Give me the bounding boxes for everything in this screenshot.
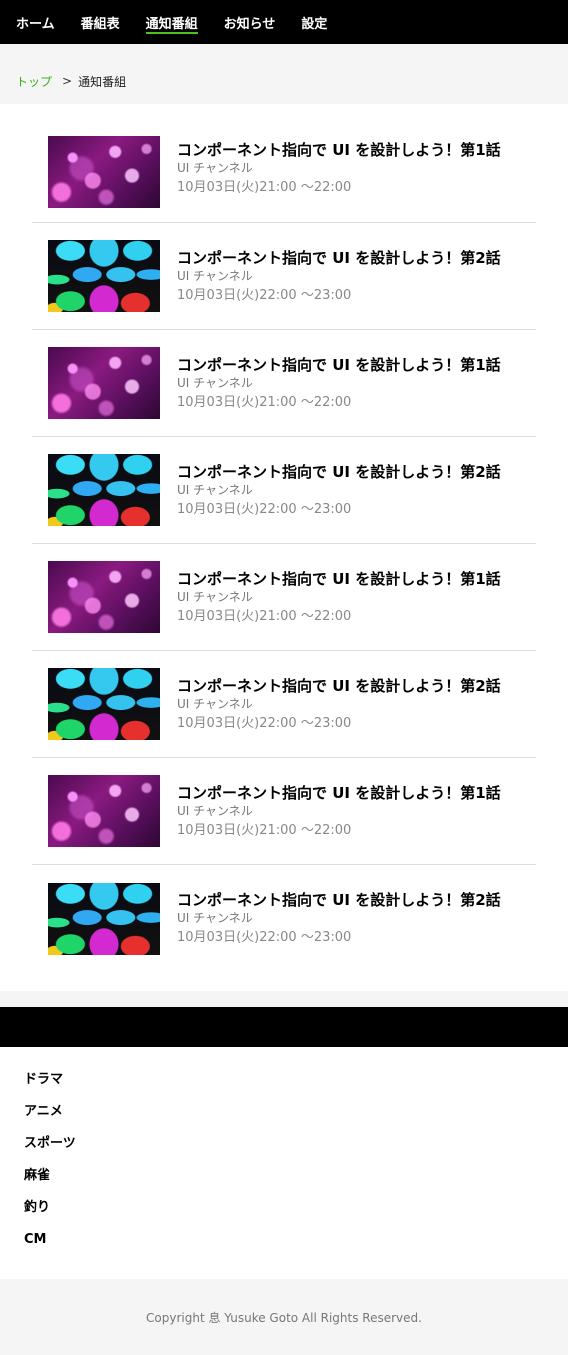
program-list: コンポーネント指向で UI を設計しよう！第1話 UI チャンネル 10月03日…	[0, 104, 568, 991]
program-item[interactable]: コンポーネント指向で UI を設計しよう！第2話 UI チャンネル 10月03日…	[32, 437, 536, 544]
program-thumbnail[interactable]	[48, 882, 160, 955]
program-item[interactable]: コンポーネント指向で UI を設計しよう！第1話 UI チャンネル 10月03日…	[32, 330, 536, 437]
genre-item-mahjong[interactable]: 麻雀	[24, 1167, 568, 1199]
program-channel: UI チャンネル	[177, 268, 253, 283]
program-thumbnail[interactable]	[48, 454, 160, 526]
breadcrumb: トップ > 通知番組	[0, 44, 568, 104]
program-channel: UI チャンネル	[177, 589, 253, 604]
breadcrumb-current: 通知番組	[78, 74, 127, 89]
program-item[interactable]: コンポーネント指向で UI を設計しよう！第2話 UI チャンネル 10月03日…	[32, 865, 536, 972]
nav-item-announcements[interactable]: お知らせ	[224, 0, 276, 44]
program-thumbnail[interactable]	[48, 668, 160, 740]
program-channel: UI チャンネル	[177, 161, 253, 175]
program-time: 10月03日(火)22:00 〜23:00	[177, 287, 352, 303]
nav-item-notified-programs[interactable]: 通知番組	[145, 0, 198, 44]
program-time: 10月03日(火)22:00 〜23:00	[177, 930, 352, 945]
program-item[interactable]: コンポーネント指向で UI を設計しよう！第2話 UI チャンネル 10月03日…	[32, 223, 536, 330]
genre-item-drama[interactable]: ドラマ	[24, 1071, 568, 1103]
program-time: 10月03日(火)22:00 〜23:00	[177, 715, 352, 731]
program-thumbnail[interactable]	[48, 347, 160, 419]
program-title[interactable]: コンポーネント指向で UI を設計しよう！第2話	[177, 462, 536, 482]
program-title[interactable]: コンポーネント指向で UI を設計しよう！第1話	[177, 140, 536, 160]
genre-item-fishing[interactable]: 釣り	[24, 1199, 568, 1231]
genre-item-anime[interactable]: アニメ	[24, 1103, 568, 1135]
nav-item-settings[interactable]: 設定	[301, 0, 327, 44]
genre-item-cm[interactable]: CM	[24, 1231, 568, 1263]
footer: Copyright 息 Yusuke Goto All Rights Reser…	[0, 1279, 568, 1355]
program-time: 10月03日(火)21:00 〜22:00	[177, 394, 352, 410]
program-thumbnail[interactable]	[48, 561, 160, 633]
program-time: 10月03日(火)21:00 〜22:00	[177, 822, 352, 838]
program-channel: UI チャンネル	[177, 803, 253, 818]
genre-item-sports[interactable]: スポーツ	[24, 1135, 568, 1167]
top-navigation: ホーム 番組表 通知番組 お知らせ 設定	[0, 0, 568, 44]
program-item[interactable]: コンポーネント指向で UI を設計しよう！第1話 UI チャンネル 10月03日…	[32, 544, 536, 651]
footer-band	[0, 1007, 568, 1047]
program-channel: UI チャンネル	[177, 482, 253, 497]
program-title[interactable]: コンポーネント指向で UI を設計しよう！第1話	[177, 355, 536, 375]
program-channel: UI チャンネル	[177, 375, 253, 390]
nav-item-home[interactable]: ホーム	[16, 0, 55, 44]
program-channel: UI チャンネル	[177, 911, 253, 925]
program-title[interactable]: コンポーネント指向で UI を設計しよう！第2話	[177, 890, 536, 910]
program-item[interactable]: コンポーネント指向で UI を設計しよう！第2話 UI チャンネル 10月03日…	[32, 651, 536, 758]
program-title[interactable]: コンポーネント指向で UI を設計しよう！第2話	[177, 676, 536, 696]
breadcrumb-separator: >	[62, 74, 73, 88]
program-time: 10月03日(火)22:00 〜23:00	[177, 501, 352, 517]
program-thumbnail[interactable]	[48, 240, 160, 312]
genre-list: ドラマ アニメ スポーツ 麻雀 釣り CM	[0, 1047, 568, 1279]
program-thumbnail[interactable]	[48, 775, 160, 847]
program-title[interactable]: コンポーネント指向で UI を設計しよう！第1話	[177, 569, 536, 589]
breadcrumb-home-link[interactable]: トップ	[16, 73, 52, 90]
program-time: 10月03日(火)21:00 〜22:00	[177, 608, 352, 624]
program-time: 10月03日(火)21:00 〜22:00	[177, 180, 352, 195]
program-item[interactable]: コンポーネント指向で UI を設計しよう！第1話 UI チャンネル 10月03日…	[32, 758, 536, 865]
copyright-text: Copyright 息 Yusuke Goto All Rights Reser…	[146, 1310, 422, 1325]
program-title[interactable]: コンポーネント指向で UI を設計しよう！第1話	[177, 783, 536, 803]
program-channel: UI チャンネル	[177, 696, 253, 711]
nav-item-schedule[interactable]: 番組表	[81, 0, 120, 44]
program-item[interactable]: コンポーネント指向で UI を設計しよう！第1話 UI チャンネル 10月03日…	[32, 128, 536, 223]
program-thumbnail[interactable]	[48, 136, 160, 208]
program-title[interactable]: コンポーネント指向で UI を設計しよう！第2話	[177, 248, 536, 268]
section-gap	[0, 991, 568, 1007]
